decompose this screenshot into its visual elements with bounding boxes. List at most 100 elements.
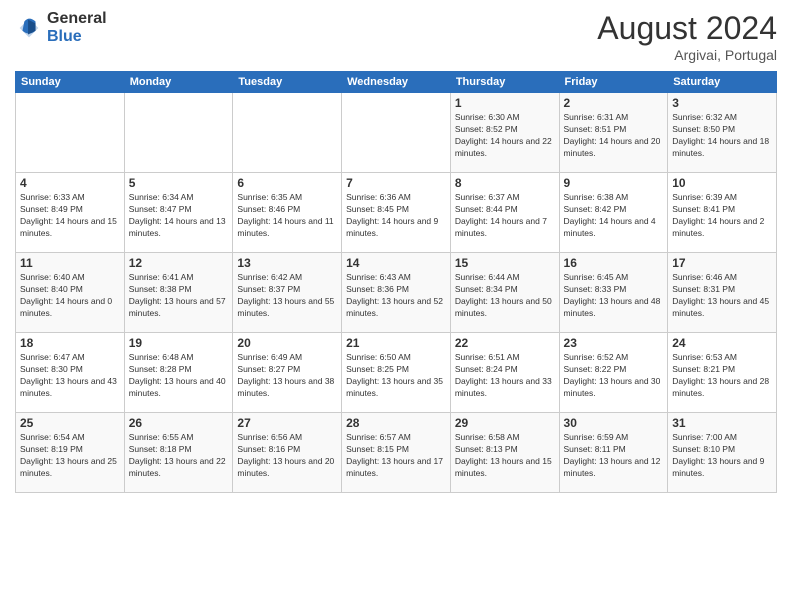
calendar-cell: 26 Sunrise: 6:55 AM Sunset: 8:18 PM Dayli…: [124, 413, 233, 493]
day-number: 25: [20, 416, 120, 430]
day-info: Sunrise: 6:41 AM Sunset: 8:38 PM Dayligh…: [129, 272, 229, 320]
calendar-cell: 29Sunrise: 6:58 AM Sunset: 8:13 PM Dayli…: [450, 413, 559, 493]
day-info: Sunrise: 6:40 AM Sunset: 8:40 PM Dayligh…: [20, 272, 120, 320]
calendar-cell: 9 Sunrise: 6:38 AM Sunset: 8:42 PM Daylig…: [559, 173, 668, 253]
day-info: Sunrise: 6:35 AM Sunset: 8:46 PM Dayligh…: [237, 192, 337, 240]
day-number: 31: [672, 416, 772, 430]
calendar: Sunday Monday Tuesday Wednesday Thursday…: [15, 71, 777, 493]
calendar-cell: 30Sunrise: 6:59 AM Sunset: 8:11 PM Dayli…: [559, 413, 668, 493]
month-year: August 2024: [597, 10, 777, 47]
calendar-week-5: 25 Sunrise: 6:54 AM Sunset: 8:19 PM Dayli…: [16, 413, 777, 493]
calendar-cell: 17 Sunrise: 6:46 AM Sunset: 8:31 PM Dayli…: [668, 253, 777, 333]
calendar-body: 1 Sunrise: 6:30 AM Sunset: 8:52 PM Daylig…: [16, 93, 777, 493]
calendar-cell: 6 Sunrise: 6:35 AM Sunset: 8:46 PM Daylig…: [233, 173, 342, 253]
calendar-cell: 3 Sunrise: 6:32 AM Sunset: 8:50 PM Daylig…: [668, 93, 777, 173]
day-number: 24: [672, 336, 772, 350]
day-info: Sunrise: 6:59 AM Sunset: 8:11 PM Dayligh…: [564, 432, 664, 480]
day-number: 9: [564, 176, 664, 190]
day-number: 12: [129, 256, 229, 270]
page: General Blue August 2024 Argivai, Portug…: [0, 0, 792, 612]
calendar-cell: [124, 93, 233, 173]
location: Argivai, Portugal: [597, 47, 777, 63]
day-info: Sunrise: 6:32 AM Sunset: 8:50 PM Dayligh…: [672, 112, 772, 160]
calendar-week-2: 4Sunrise: 6:33 AM Sunset: 8:49 PM Daylig…: [16, 173, 777, 253]
day-number: 29: [455, 416, 555, 430]
day-number: 5: [129, 176, 229, 190]
day-info: Sunrise: 6:30 AM Sunset: 8:52 PM Dayligh…: [455, 112, 555, 160]
calendar-cell: 31Sunrise: 7:00 AM Sunset: 8:10 PM Dayli…: [668, 413, 777, 493]
calendar-cell: 15 Sunrise: 6:44 AM Sunset: 8:34 PM Dayli…: [450, 253, 559, 333]
day-info: Sunrise: 6:50 AM Sunset: 8:25 PM Dayligh…: [346, 352, 446, 400]
day-number: 6: [237, 176, 337, 190]
col-wednesday: Wednesday: [342, 72, 451, 93]
day-info: Sunrise: 6:55 AM Sunset: 8:18 PM Dayligh…: [129, 432, 229, 480]
calendar-cell: 11 Sunrise: 6:40 AM Sunset: 8:40 PM Dayli…: [16, 253, 125, 333]
calendar-cell: 1 Sunrise: 6:30 AM Sunset: 8:52 PM Daylig…: [450, 93, 559, 173]
calendar-cell: 8Sunrise: 6:37 AM Sunset: 8:44 PM Daylig…: [450, 173, 559, 253]
day-number: 19: [129, 336, 229, 350]
day-number: 18: [20, 336, 120, 350]
calendar-cell: 24 Sunrise: 6:53 AM Sunset: 8:21 PM Dayli…: [668, 333, 777, 413]
day-info: Sunrise: 6:51 AM Sunset: 8:24 PM Dayligh…: [455, 352, 555, 400]
calendar-cell: [342, 93, 451, 173]
col-sunday: Sunday: [16, 72, 125, 93]
day-info: Sunrise: 6:46 AM Sunset: 8:31 PM Dayligh…: [672, 272, 772, 320]
logo-icon: [15, 14, 43, 42]
day-info: Sunrise: 6:39 AM Sunset: 8:41 PM Dayligh…: [672, 192, 772, 240]
day-info: Sunrise: 6:43 AM Sunset: 8:36 PM Dayligh…: [346, 272, 446, 320]
day-info: Sunrise: 6:48 AM Sunset: 8:28 PM Dayligh…: [129, 352, 229, 400]
calendar-cell: [233, 93, 342, 173]
day-number: 21: [346, 336, 446, 350]
day-info: Sunrise: 6:56 AM Sunset: 8:16 PM Dayligh…: [237, 432, 337, 480]
day-number: 27: [237, 416, 337, 430]
day-number: 11: [20, 256, 120, 270]
logo-general: General: [47, 10, 107, 27]
day-info: Sunrise: 6:34 AM Sunset: 8:47 PM Dayligh…: [129, 192, 229, 240]
calendar-cell: 10Sunrise: 6:39 AM Sunset: 8:41 PM Dayli…: [668, 173, 777, 253]
day-number: 2: [564, 96, 664, 110]
day-number: 8: [455, 176, 555, 190]
day-info: Sunrise: 6:54 AM Sunset: 8:19 PM Dayligh…: [20, 432, 120, 480]
calendar-cell: 20 Sunrise: 6:49 AM Sunset: 8:27 PM Dayli…: [233, 333, 342, 413]
calendar-cell: 25 Sunrise: 6:54 AM Sunset: 8:19 PM Dayli…: [16, 413, 125, 493]
calendar-cell: 4Sunrise: 6:33 AM Sunset: 8:49 PM Daylig…: [16, 173, 125, 253]
calendar-cell: 19 Sunrise: 6:48 AM Sunset: 8:28 PM Dayli…: [124, 333, 233, 413]
calendar-cell: 27 Sunrise: 6:56 AM Sunset: 8:16 PM Dayli…: [233, 413, 342, 493]
day-info: Sunrise: 6:47 AM Sunset: 8:30 PM Dayligh…: [20, 352, 120, 400]
day-info: Sunrise: 6:38 AM Sunset: 8:42 PM Dayligh…: [564, 192, 664, 240]
col-friday: Friday: [559, 72, 668, 93]
calendar-week-3: 11 Sunrise: 6:40 AM Sunset: 8:40 PM Dayli…: [16, 253, 777, 333]
day-info: Sunrise: 6:44 AM Sunset: 8:34 PM Dayligh…: [455, 272, 555, 320]
calendar-cell: 28 Sunrise: 6:57 AM Sunset: 8:15 PM Dayli…: [342, 413, 451, 493]
day-number: 26: [129, 416, 229, 430]
day-number: 28: [346, 416, 446, 430]
day-number: 1: [455, 96, 555, 110]
day-number: 17: [672, 256, 772, 270]
day-info: Sunrise: 6:42 AM Sunset: 8:37 PM Dayligh…: [237, 272, 337, 320]
day-info: Sunrise: 6:53 AM Sunset: 8:21 PM Dayligh…: [672, 352, 772, 400]
col-thursday: Thursday: [450, 72, 559, 93]
day-number: 22: [455, 336, 555, 350]
day-number: 20: [237, 336, 337, 350]
day-number: 15: [455, 256, 555, 270]
calendar-cell: 13 Sunrise: 6:42 AM Sunset: 8:37 PM Dayli…: [233, 253, 342, 333]
col-saturday: Saturday: [668, 72, 777, 93]
day-info: Sunrise: 6:49 AM Sunset: 8:27 PM Dayligh…: [237, 352, 337, 400]
day-number: 13: [237, 256, 337, 270]
day-number: 23: [564, 336, 664, 350]
logo-blue: Blue: [47, 28, 82, 45]
day-info: Sunrise: 6:36 AM Sunset: 8:45 PM Dayligh…: [346, 192, 446, 240]
col-tuesday: Tuesday: [233, 72, 342, 93]
day-number: 3: [672, 96, 772, 110]
day-info: Sunrise: 6:31 AM Sunset: 8:51 PM Dayligh…: [564, 112, 664, 160]
calendar-cell: 5 Sunrise: 6:34 AM Sunset: 8:47 PM Daylig…: [124, 173, 233, 253]
calendar-week-4: 18 Sunrise: 6:47 AM Sunset: 8:30 PM Dayli…: [16, 333, 777, 413]
day-number: 14: [346, 256, 446, 270]
logo-text: General Blue: [47, 10, 107, 45]
day-info: Sunrise: 6:57 AM Sunset: 8:15 PM Dayligh…: [346, 432, 446, 480]
calendar-cell: [16, 93, 125, 173]
header: General Blue August 2024 Argivai, Portug…: [15, 10, 777, 63]
title-block: August 2024 Argivai, Portugal: [597, 10, 777, 63]
day-info: Sunrise: 6:45 AM Sunset: 8:33 PM Dayligh…: [564, 272, 664, 320]
day-number: 4: [20, 176, 120, 190]
